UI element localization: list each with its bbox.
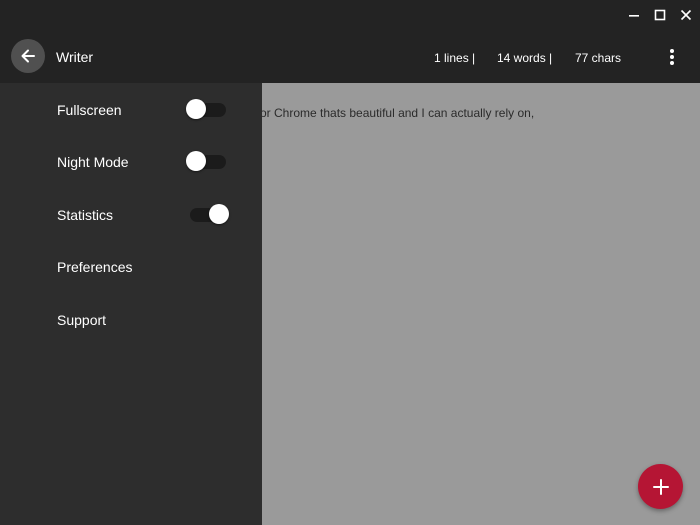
plus-icon xyxy=(652,478,669,495)
drawer-item-preferences[interactable]: Preferences xyxy=(0,247,262,287)
lines-count: 1 lines | xyxy=(434,51,476,65)
words-count: 14 words | xyxy=(497,51,553,65)
editor-visible-text: or Chrome thats beautiful and I can actu… xyxy=(260,106,535,120)
toggle-knob xyxy=(186,99,206,119)
close-icon xyxy=(680,9,692,21)
navigation-drawer: Fullscreen Night Mode Statistics Prefere… xyxy=(0,83,262,525)
drawer-item-label: Preferences xyxy=(57,259,133,275)
drawer-item-statistics[interactable]: Statistics xyxy=(0,195,262,235)
minimize-icon xyxy=(629,15,639,17)
night-mode-toggle[interactable] xyxy=(186,151,230,173)
drawer-item-label: Support xyxy=(57,312,107,328)
drawer-item-label: Night Mode xyxy=(57,154,129,170)
statistics-toggle[interactable] xyxy=(186,204,230,226)
maximize-icon xyxy=(654,9,666,21)
maximize-button[interactable] xyxy=(648,4,672,26)
more-menu-button[interactable] xyxy=(660,45,684,69)
more-vertical-icon xyxy=(670,49,674,65)
app-bar: Writer 1 lines | 14 words | 77 chars xyxy=(0,30,700,83)
drawer-item-fullscreen[interactable]: Fullscreen xyxy=(0,90,262,130)
back-button[interactable] xyxy=(11,39,45,73)
minimize-button[interactable] xyxy=(622,4,646,26)
add-fab-button[interactable] xyxy=(638,464,683,509)
chars-count: 77 chars xyxy=(575,51,622,65)
close-button[interactable] xyxy=(674,4,698,26)
app-title: Writer xyxy=(56,49,94,65)
drawer-item-support[interactable]: Support xyxy=(0,300,262,340)
arrow-left-icon xyxy=(21,49,35,63)
drawer-item-night-mode[interactable]: Night Mode xyxy=(0,142,262,182)
drawer-item-label: Fullscreen xyxy=(57,102,122,118)
window-titlebar xyxy=(0,0,700,30)
toggle-knob xyxy=(186,151,206,171)
toggle-knob xyxy=(209,204,229,224)
drawer-item-label: Statistics xyxy=(57,207,114,223)
fullscreen-toggle[interactable] xyxy=(186,99,230,121)
